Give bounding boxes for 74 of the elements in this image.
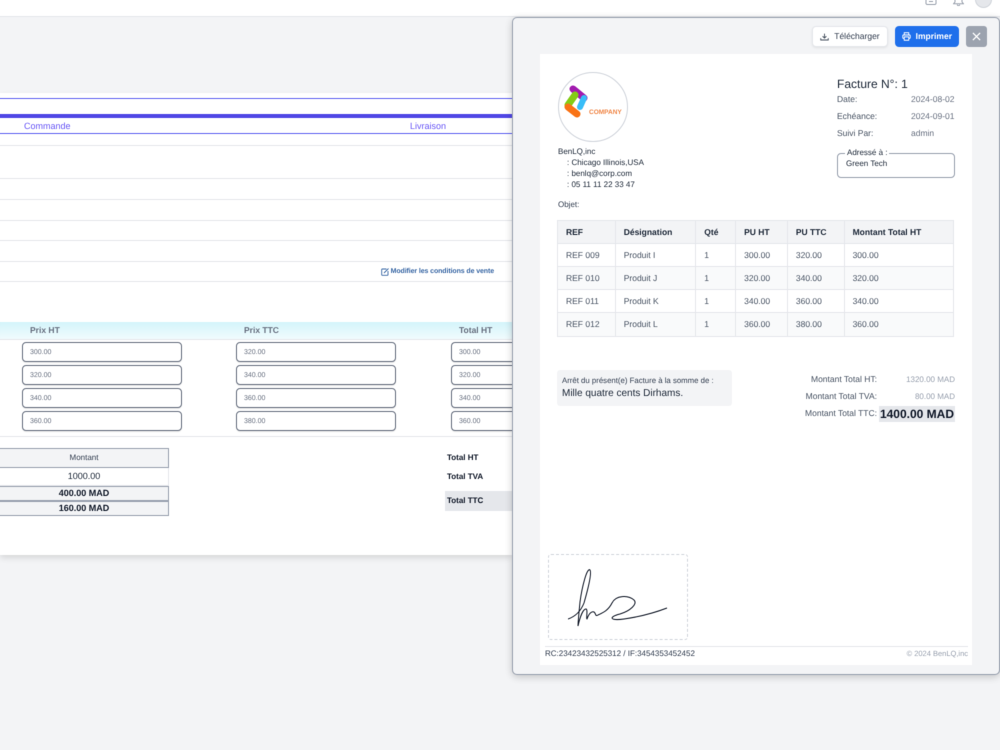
meta-value: 2024-09-01: [911, 110, 954, 123]
column-header: Prix HT: [30, 324, 60, 337]
meta-value: 2024-08-02: [911, 93, 954, 106]
amount-cell: 400.00 MAD: [0, 486, 169, 501]
table-cell: Produit J: [624, 272, 658, 284]
amount-cell: 160.00 MAD: [0, 501, 169, 516]
table-cell: 1: [704, 248, 710, 262]
table-cell: REF 009: [566, 248, 600, 262]
table-cell: 320.00: [796, 248, 822, 262]
column-header: PU HT: [744, 226, 770, 238]
table-cell: 320.00: [744, 272, 770, 284]
meta-value: admin: [911, 127, 934, 140]
total-label: Total TTC: [445, 491, 512, 511]
close-button[interactable]: [966, 26, 987, 47]
total-label: Total TVA: [446, 470, 484, 482]
addressee-legend: Adressé à :: [845, 148, 890, 158]
total-value: 1320.00 MAD: [906, 374, 955, 386]
table-cell: REF 012: [566, 318, 600, 331]
company-name: BenLQ,inc: [558, 146, 596, 157]
table-cell: REF 011: [566, 294, 599, 308]
column-header: Montant: [0, 448, 169, 468]
total-value: 1400.00 MAD: [878, 406, 955, 422]
table-cell: 1: [704, 272, 710, 284]
table-cell: REF 010: [566, 272, 600, 284]
column-header: REF: [566, 226, 583, 238]
table-cell: 360.00: [796, 294, 822, 308]
meta-label: Suivi Par:: [837, 127, 874, 140]
company-detail: : Chicago Illinois,USA: [566, 157, 644, 168]
download-button[interactable]: Télécharger: [812, 26, 888, 47]
amount-words-value: Mille quatre cents Dirhams.: [562, 387, 684, 400]
column-header: Total HT: [459, 324, 492, 337]
subject-label: Objet:: [557, 200, 580, 210]
meta-label: Date:: [837, 93, 858, 106]
column-header: Prix TTC: [244, 324, 279, 337]
table-cell: 300.00: [744, 248, 770, 262]
addressee-name: Green Tech: [846, 159, 888, 169]
company-detail: : 05 11 11 22 33 47: [566, 179, 635, 190]
table-cell: 320.00: [852, 272, 879, 284]
table-cell: 340.00: [796, 272, 822, 284]
column-header: Désignation: [624, 226, 672, 238]
edit-icon: [380, 268, 389, 276]
table-cell: 300.00: [852, 248, 879, 262]
avatar-icon[interactable]: [975, 0, 992, 8]
table-cell: 360.00: [852, 318, 879, 331]
total-label: Montant Total TVA:: [806, 390, 877, 403]
download-icon: [820, 32, 830, 40]
column-header: Montant Total HT: [852, 226, 922, 238]
table-cell: 340.00: [852, 294, 879, 308]
diamond-logo-icon: [564, 85, 588, 119]
total-label: Montant Total HT:: [811, 373, 877, 386]
meta-label: Echéance:: [837, 110, 878, 123]
table-cell: 360.00: [744, 318, 770, 331]
table-cell: 1: [704, 294, 710, 308]
invoice-title: Facture N°: 1: [837, 78, 908, 91]
column-header: Commande: [24, 120, 71, 132]
table-cell: 1: [704, 318, 710, 331]
bell-icon[interactable]: [953, 0, 964, 6]
column-header: Livraison: [410, 120, 446, 132]
table-cell: 340.00: [744, 294, 770, 308]
table-cell: Produit I: [624, 248, 656, 262]
print-button[interactable]: Imprimer: [894, 26, 959, 47]
column-header: PU TTC: [796, 226, 827, 238]
close-icon: [972, 32, 981, 41]
company-detail: : benlq@corp.com: [566, 168, 632, 179]
total-value: 80.00 MAD: [914, 390, 955, 402]
table-cell: 380.00: [796, 318, 822, 331]
amount-cell: 1000.00: [0, 468, 169, 486]
total-label: Total HT: [446, 452, 478, 464]
printer-icon: [902, 32, 911, 41]
registration-text: RC:23423432525312 / IF:3454353452452: [545, 649, 695, 659]
total-label: Montant Total TTC:: [805, 407, 877, 420]
column-header: Qté: [704, 226, 718, 238]
table-cell: Produit L: [624, 318, 658, 331]
table-cell: Produit K: [624, 294, 659, 308]
